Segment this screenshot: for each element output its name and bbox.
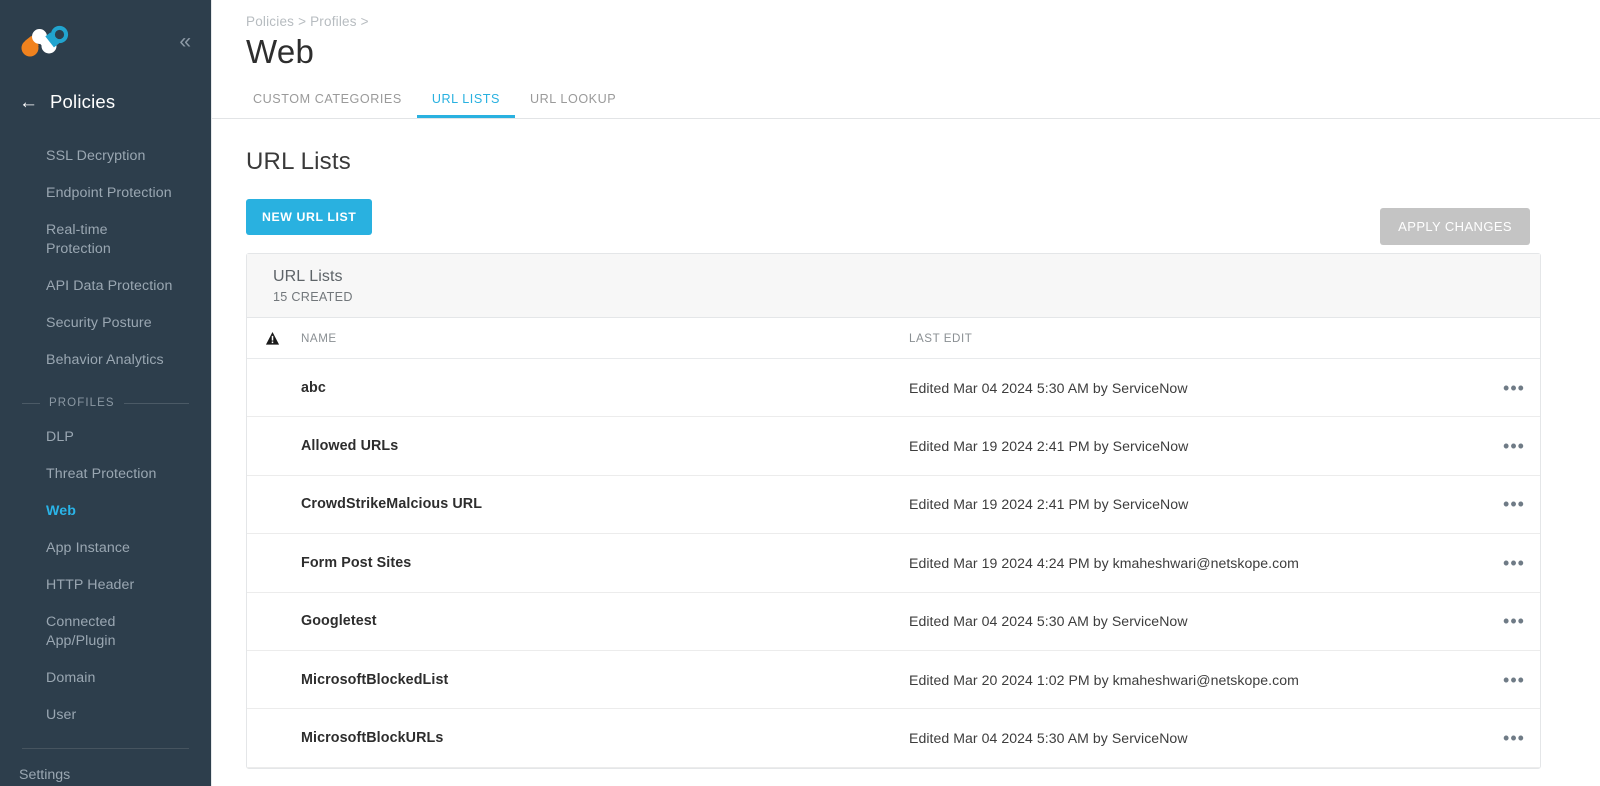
sidebar-item-settings[interactable]: Settings [19, 767, 211, 783]
table-row[interactable]: CrowdStrikeMalcious URL Edited Mar 19 20… [247, 476, 1540, 535]
row-overflow-menu-icon[interactable]: ••• [1488, 671, 1540, 689]
row-overflow-menu-icon[interactable]: ••• [1488, 437, 1540, 455]
sidebar-item-ssl-decryption[interactable]: SSL Decryption [0, 138, 211, 175]
section-title: URL Lists [246, 148, 351, 175]
warning-column-header [265, 331, 301, 346]
apply-changes-button[interactable]: APPLY CHANGES [1380, 208, 1530, 245]
row-overflow-menu-icon[interactable]: ••• [1488, 554, 1540, 572]
tab-url-lists[interactable]: URL LISTS [416, 92, 515, 118]
row-last-edit: Edited Mar 04 2024 5:30 AM by ServiceNow [909, 730, 1188, 747]
row-name: MicrosoftBlockedList [301, 671, 449, 688]
sidebar-item-api-data-protection[interactable]: API Data Protection [0, 268, 211, 305]
sidebar-item-dlp[interactable]: DLP [0, 419, 211, 456]
sidebar-collapse-icon[interactable]: « [173, 29, 195, 54]
column-header-name[interactable]: NAME [301, 332, 909, 345]
sidebar-item-app-instance[interactable]: App Instance [0, 530, 211, 567]
table-row[interactable]: Googletest Edited Mar 04 2024 5:30 AM by… [247, 593, 1540, 651]
sidebar-section-title: Policies [50, 91, 116, 112]
breadcrumb[interactable]: Policies > Profiles > [246, 14, 1600, 29]
sidebar-item-connected-app-plugin[interactable]: Connected App/Plugin [0, 604, 130, 660]
divider-line-left [22, 402, 40, 404]
page-header: Policies > Profiles > Web [212, 0, 1600, 73]
row-name: Googletest [301, 613, 377, 630]
sidebar-footer: Settings [0, 749, 211, 783]
row-last-edit: Edited Mar 04 2024 5:30 AM by ServiceNow [909, 379, 1188, 396]
row-last-edit: Edited Mar 19 2024 2:41 PM by ServiceNow [909, 438, 1189, 455]
content-area: URL Lists NEW URL LIST APPLY CHANGES URL… [212, 148, 1600, 769]
card-subtitle-count: 15 CREATED [273, 290, 353, 304]
sidebar-item-http-header[interactable]: HTTP Header [0, 567, 211, 604]
card-header: URL Lists 15 CREATED [247, 254, 1540, 318]
sidebar-item-domain[interactable]: Domain [0, 660, 211, 697]
table-row[interactable]: Form Post Sites Edited Mar 19 2024 4:24 … [247, 534, 1540, 593]
row-overflow-menu-icon[interactable]: ••• [1488, 729, 1540, 747]
main-content: Policies > Profiles > Web CUSTOM CATEGOR… [212, 0, 1600, 786]
sidebar-back-policies[interactable]: ← Policies [0, 82, 211, 122]
sidebar-group-label: PROFILES [49, 397, 115, 409]
tab-url-lookup[interactable]: URL LOOKUP [515, 92, 631, 118]
table-header-row: NAME LAST EDIT [247, 318, 1540, 359]
sidebar-nav-profiles: DLP Threat Protection Web App Instance H… [0, 419, 211, 734]
table-row[interactable]: MicrosoftBlockURLs Edited Mar 04 2024 5:… [247, 709, 1540, 768]
row-overflow-menu-icon[interactable]: ••• [1488, 379, 1540, 397]
sidebar-item-real-time-protection[interactable]: Real-time Protection [0, 212, 150, 268]
row-overflow-menu-icon[interactable]: ••• [1488, 612, 1540, 630]
netskope-logo-icon [21, 25, 69, 57]
row-last-edit: Edited Mar 20 2024 1:02 PM by kmaheshwar… [909, 671, 1299, 688]
row-last-edit: Edited Mar 19 2024 4:24 PM by kmaheshwar… [909, 554, 1299, 571]
column-header-last-edit[interactable]: LAST EDIT [909, 332, 1540, 345]
warning-triangle-icon [265, 331, 280, 345]
sidebar-group-profiles: PROFILES [0, 387, 211, 419]
sidebar-item-user[interactable]: User [0, 697, 211, 734]
sidebar: « ← Policies SSL Decryption Endpoint Pro… [0, 0, 212, 786]
netskope-logo[interactable] [18, 24, 72, 58]
action-row: NEW URL LIST APPLY CHANGES [246, 199, 1540, 245]
row-name: CrowdStrikeMalcious URL [301, 496, 483, 513]
sidebar-top-bar: « [0, 0, 211, 82]
row-overflow-menu-icon[interactable]: ••• [1488, 495, 1540, 513]
new-url-list-button[interactable]: NEW URL LIST [246, 199, 373, 235]
page-title: Web [246, 33, 315, 70]
divider-line-right [123, 402, 189, 404]
sidebar-item-security-posture[interactable]: Security Posture [0, 305, 211, 342]
sidebar-item-endpoint-protection[interactable]: Endpoint Protection [0, 175, 211, 212]
row-last-edit: Edited Mar 04 2024 5:30 AM by ServiceNow [909, 613, 1188, 630]
table-row[interactable]: Allowed URLs Edited Mar 19 2024 2:41 PM … [247, 417, 1540, 476]
sidebar-item-behavior-analytics[interactable]: Behavior Analytics [0, 342, 211, 379]
table-row[interactable]: MicrosoftBlockedList Edited Mar 20 2024 … [247, 651, 1540, 710]
row-name: Form Post Sites [301, 554, 412, 571]
sidebar-nav-policies: SSL Decryption Endpoint Protection Real-… [0, 138, 211, 379]
app-root: « ← Policies SSL Decryption Endpoint Pro… [0, 0, 1600, 786]
tab-bar: CUSTOM CATEGORIES URL LISTS URL LOOKUP [212, 87, 1600, 119]
row-name: Allowed URLs [301, 438, 399, 455]
sidebar-item-threat-protection[interactable]: Threat Protection [0, 456, 211, 493]
url-lists-card: URL Lists 15 CREATED NAME LAST EDIT abc … [246, 253, 1541, 769]
card-title: URL Lists [273, 268, 343, 285]
table-row[interactable]: abc Edited Mar 04 2024 5:30 AM by Servic… [247, 359, 1540, 418]
tab-custom-categories[interactable]: CUSTOM CATEGORIES [246, 92, 417, 118]
row-name: abc [301, 379, 326, 396]
back-arrow-icon: ← [19, 91, 38, 113]
row-last-edit: Edited Mar 19 2024 2:41 PM by ServiceNow [909, 496, 1189, 513]
row-name: MicrosoftBlockURLs [301, 730, 444, 747]
sidebar-item-web[interactable]: Web [0, 493, 211, 530]
